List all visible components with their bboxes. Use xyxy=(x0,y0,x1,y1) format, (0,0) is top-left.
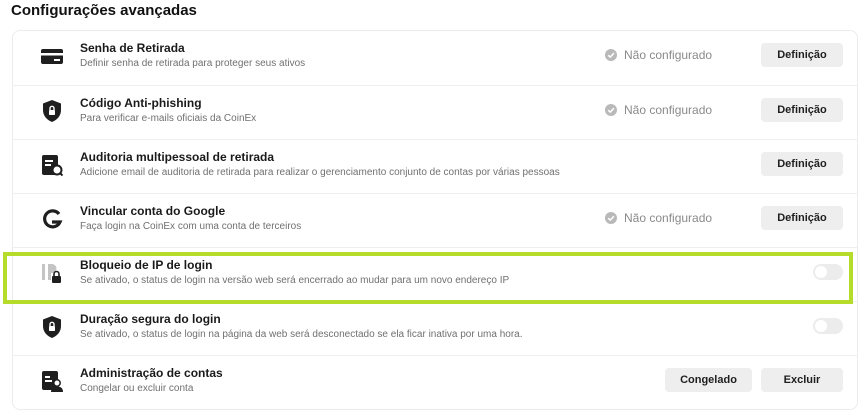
status-text: Não configurado xyxy=(624,211,713,225)
row-title: Vincular conta do Google xyxy=(80,204,226,218)
freeze-account-button[interactable]: Congelado xyxy=(665,368,752,392)
toggle-knob xyxy=(815,266,827,278)
account-admin-icon xyxy=(41,369,63,393)
row-title: Senha de Retirada xyxy=(80,41,185,55)
card-icon xyxy=(41,44,63,68)
advanced-settings-page: Configurações avançadas Senha de Retirad… xyxy=(0,0,861,412)
row-description: Definir senha de retirada para proteger … xyxy=(80,58,306,69)
row-title: Bloqueio de IP de login xyxy=(80,258,213,272)
settings-row-ip-lock: Bloqueio de IP de login Se ativado, o st… xyxy=(13,247,857,301)
toggle-knob xyxy=(815,320,827,332)
row-description: Adicione email de auditoria de retirada … xyxy=(80,167,560,178)
check-circle-icon xyxy=(605,104,617,116)
status-indicator: Não configurado xyxy=(605,103,712,117)
row-description: Faça login na CoinEx com uma conta de te… xyxy=(80,221,302,232)
section-title: Configurações avançadas xyxy=(11,2,197,19)
settings-card: Senha de Retirada Definir senha de retir… xyxy=(12,30,858,410)
status-indicator: Não configurado xyxy=(605,211,712,225)
settings-row-withdrawal-password: Senha de Retirada Definir senha de retir… xyxy=(13,31,857,85)
check-circle-icon xyxy=(605,49,617,61)
status-text: Não configurado xyxy=(624,48,713,62)
row-description: Se ativado, o status de login na versão … xyxy=(80,275,510,286)
row-description: Se ativado, o status de login na página … xyxy=(80,329,523,340)
shield-icon xyxy=(41,99,63,123)
google-icon xyxy=(41,207,63,231)
row-title: Duração segura do login xyxy=(80,312,221,326)
row-title: Administração de contas xyxy=(80,366,223,380)
row-title: Auditoria multipessoal de retirada xyxy=(80,150,275,164)
check-circle-icon xyxy=(605,212,617,224)
ip-lock-icon xyxy=(41,261,63,285)
secure-login-toggle[interactable] xyxy=(813,318,843,334)
settings-row-account-admin: Administração de contas Congelar ou excl… xyxy=(13,355,857,409)
definition-button[interactable]: Definição xyxy=(761,43,843,67)
definition-button[interactable]: Definição xyxy=(761,206,843,230)
shield-icon xyxy=(41,315,63,339)
audit-document-icon xyxy=(41,153,64,177)
settings-row-anti-phishing: Código Anti-phishing Para verificar e-ma… xyxy=(13,85,857,139)
settings-row-google-account: Vincular conta do Google Faça login na C… xyxy=(13,193,857,247)
definition-button[interactable]: Definição xyxy=(761,152,843,176)
status-indicator: Não configurado xyxy=(605,48,712,62)
settings-row-multi-person-audit: Auditoria multipessoal de retirada Adici… xyxy=(13,139,857,193)
status-text: Não configurado xyxy=(624,103,713,117)
row-description: Para verificar e-mails oficiais da CoinE… xyxy=(80,113,257,124)
settings-row-secure-login-duration: Duração segura do login Se ativado, o st… xyxy=(13,301,857,355)
ip-lock-toggle[interactable] xyxy=(813,264,843,280)
delete-account-button[interactable]: Excluir xyxy=(761,368,843,392)
row-title: Código Anti-phishing xyxy=(80,96,202,110)
definition-button[interactable]: Definição xyxy=(761,98,843,122)
row-description: Congelar ou excluir conta xyxy=(80,383,194,394)
